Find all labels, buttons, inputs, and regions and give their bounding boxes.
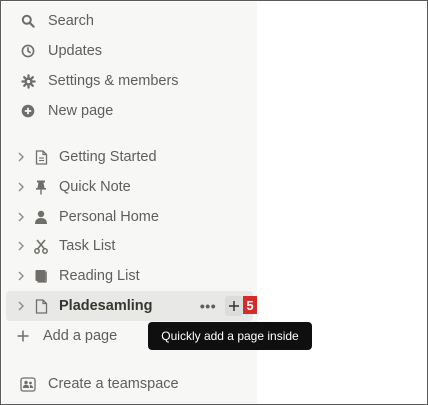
add-page-label: Add a page <box>43 328 118 344</box>
page-item-pladesamling[interactable]: Pladesamling ••• 5 <box>6 291 257 321</box>
plus-icon <box>229 301 239 311</box>
plus-circle-icon <box>20 103 36 119</box>
create-teamspace-label: Create a teamspace <box>48 376 179 392</box>
sidebar-item-label: Search <box>48 13 94 29</box>
page-item-label: Task List <box>59 238 116 254</box>
add-page-inside-button[interactable] <box>225 296 243 316</box>
page-item-getting-started[interactable]: Getting Started <box>2 142 257 172</box>
page-item-reading-list[interactable]: Reading List <box>2 261 257 291</box>
page-item-label: Quick Note <box>59 179 131 195</box>
app-window: Search Updates Settings & members New pa… <box>0 0 428 405</box>
page-item-personal-home[interactable]: Personal Home <box>2 202 257 232</box>
gear-icon <box>20 73 36 89</box>
sidebar-item-label: Settings & members <box>48 73 179 89</box>
page-item-label: Reading List <box>59 268 140 284</box>
sidebar-item-label: New page <box>48 103 114 119</box>
search-icon <box>20 13 36 29</box>
plus-icon <box>15 328 31 344</box>
sidebar-item-new-page[interactable]: New page <box>2 96 257 126</box>
document-icon <box>33 298 49 314</box>
page-item-label: Pladesamling <box>59 298 153 314</box>
pin-icon <box>33 179 49 195</box>
step-number-badge: 5 <box>243 296 257 314</box>
tooltip: Quickly add a page inside <box>148 322 312 350</box>
document-icon <box>33 149 49 165</box>
clock-icon <box>20 43 36 59</box>
chevron-right-icon[interactable] <box>14 150 28 164</box>
book-icon <box>33 268 49 284</box>
teamspace-icon <box>20 376 36 392</box>
page-item-task-list[interactable]: Task List <box>2 231 257 261</box>
chevron-right-icon[interactable] <box>14 180 28 194</box>
chevron-right-icon[interactable] <box>14 299 28 313</box>
sidebar-item-updates[interactable]: Updates <box>2 36 257 66</box>
page-item-label: Personal Home <box>59 209 159 225</box>
chevron-right-icon[interactable] <box>14 269 28 283</box>
sidebar-item-label: Updates <box>48 43 103 59</box>
more-options-button[interactable]: ••• <box>196 297 220 315</box>
person-icon <box>33 209 49 225</box>
page-item-label: Getting Started <box>59 149 157 165</box>
sidebar-item-search[interactable]: Search <box>2 6 257 36</box>
page-item-quick-note[interactable]: Quick Note <box>2 172 257 202</box>
create-teamspace-button[interactable]: Create a teamspace <box>2 369 257 399</box>
sidebar-item-settings[interactable]: Settings & members <box>2 66 257 96</box>
scissors-icon <box>33 238 49 254</box>
chevron-right-icon[interactable] <box>14 239 28 253</box>
chevron-right-icon[interactable] <box>14 210 28 224</box>
